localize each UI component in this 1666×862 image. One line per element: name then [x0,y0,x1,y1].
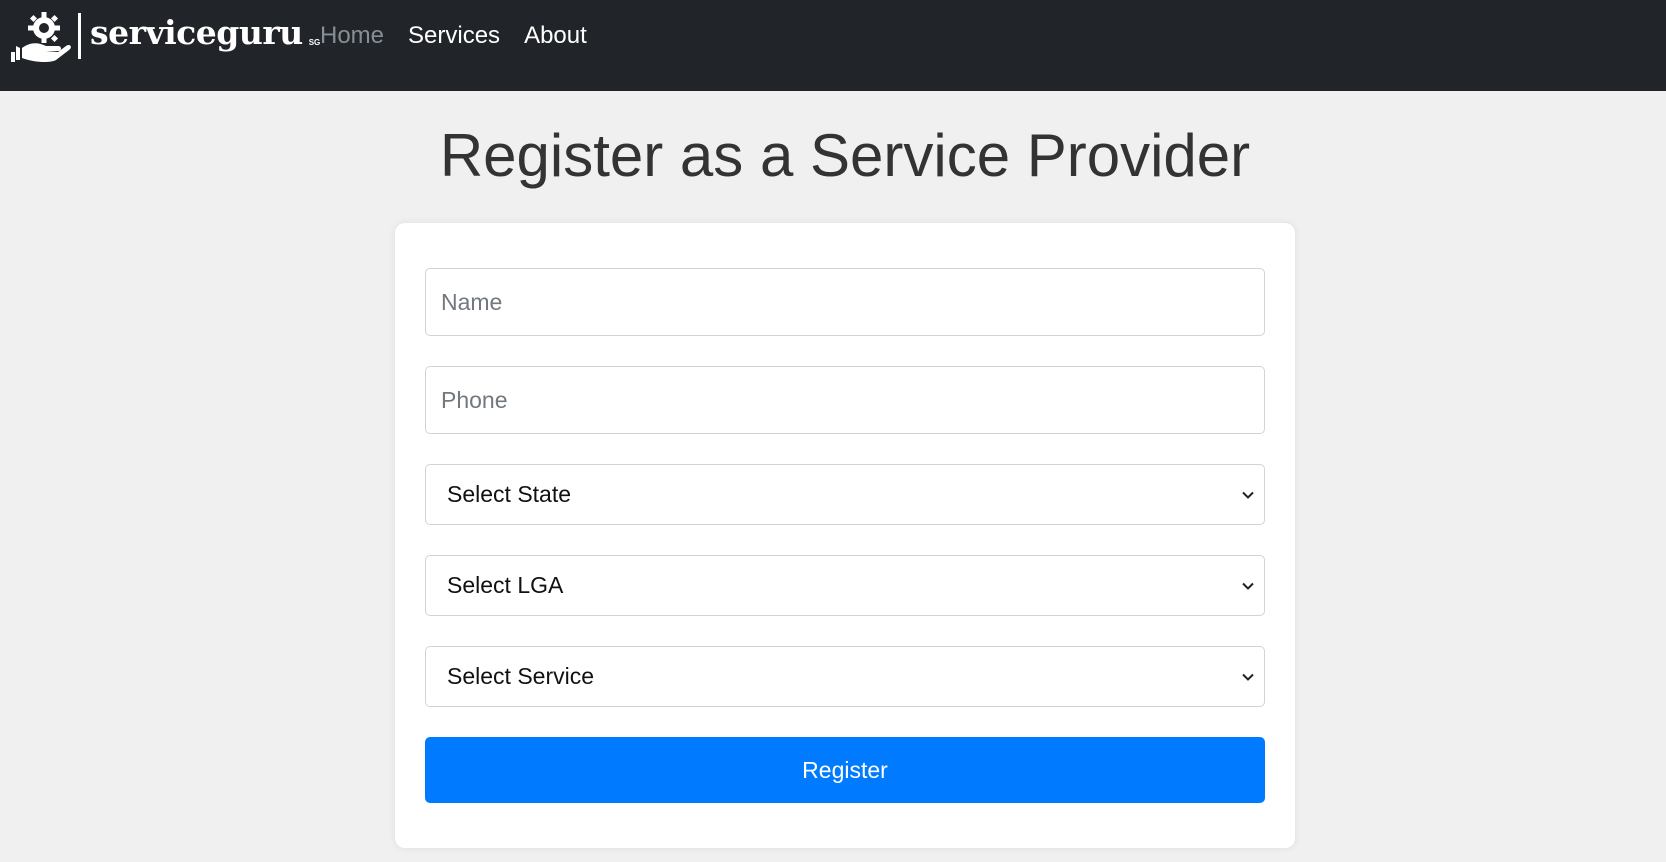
nav-home-link[interactable]: Home [316,20,396,52]
phone-field [425,366,1265,434]
brand-link[interactable]: serviceguru SG [6,8,320,64]
page-title: Register as a Service Provider [439,122,1251,189]
registration-card: Select State Select LGA Select Service R… [395,223,1295,848]
brand-wordmark: serviceguru [90,12,303,52]
nav-links: Home Services About [316,20,599,52]
register-button[interactable]: Register [425,737,1265,803]
hand-gear-logo [11,12,71,63]
chevron-down-icon [1242,673,1254,681]
name-field [425,268,1265,336]
name-input[interactable] [426,269,1264,335]
phone-input[interactable] [426,367,1264,433]
service-select[interactable]: Select Service [425,646,1265,707]
service-select-value: Select Service [447,663,595,689]
state-select[interactable]: Select State [425,464,1265,525]
chevron-down-icon [1242,582,1254,590]
chevron-down-icon [1242,491,1254,499]
lga-select[interactable]: Select LGA [425,555,1265,616]
navbar: serviceguru SG Home Services About [0,0,1666,91]
brand-divider [78,13,81,59]
nav-about-link[interactable]: About [512,20,599,52]
state-select-value: Select State [447,481,572,507]
nav-services-link[interactable]: Services [396,20,512,52]
lga-select-value: Select LGA [447,572,564,598]
